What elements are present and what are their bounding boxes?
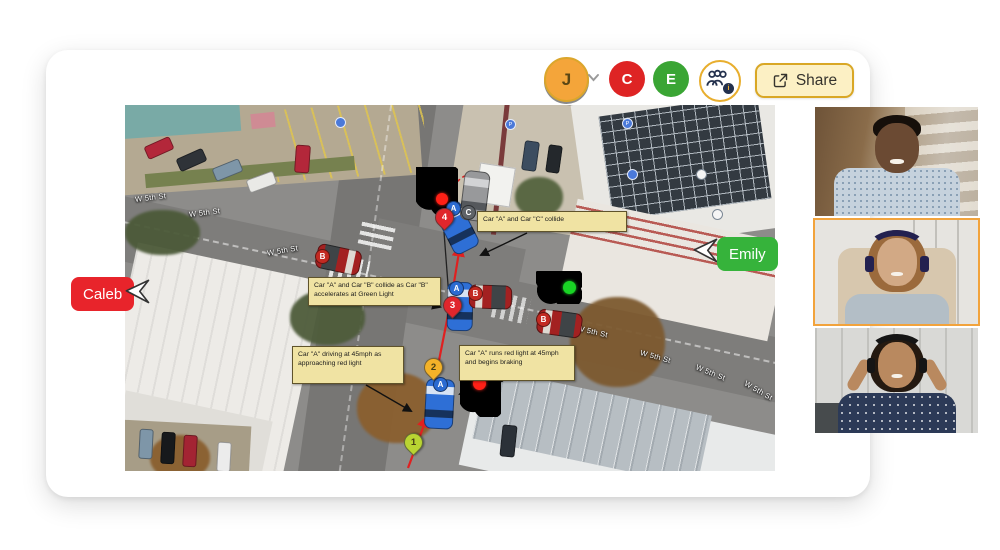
person-shirt <box>845 294 949 324</box>
callout-a-c-collide[interactable]: Car "A" and Car "C" collide <box>477 211 627 232</box>
whiteboard-canvas[interactable]: W 5th St W 5th St W 5th St W 5th St W 5t… <box>125 105 775 471</box>
avatar-j[interactable]: J <box>544 57 589 102</box>
avatar-j-initial: J <box>562 70 571 90</box>
car-label-b: B <box>315 249 330 264</box>
car-label-a: A <box>449 281 464 296</box>
participants-info-button[interactable]: i <box>699 60 741 102</box>
chevron-down-icon[interactable] <box>587 73 600 82</box>
headphone-cup <box>867 358 875 373</box>
participant-video-1[interactable] <box>815 107 978 216</box>
emily-cursor-icon <box>692 237 720 265</box>
headphone-cup <box>865 256 874 272</box>
callout-a-b-collide[interactable]: Car "A" and Car "B" collide as Car "B" a… <box>308 277 441 306</box>
person-smile <box>891 272 903 276</box>
red-light-icon <box>436 193 448 205</box>
callout-a-driving[interactable]: Car "A" driving at 45mph as approaching … <box>292 346 404 384</box>
headphones-icon <box>869 334 925 370</box>
callout-a-runs-red[interactable]: Car "A" runs red light at 45mph and begi… <box>459 345 575 381</box>
avatar-e-initial: E <box>666 71 676 88</box>
green-light-icon <box>563 281 576 294</box>
share-button-label: Share <box>796 72 837 90</box>
car-label-c: C <box>461 205 476 220</box>
headphones-icon <box>868 230 926 266</box>
share-icon <box>772 72 789 89</box>
car-label-b: B <box>536 312 551 327</box>
participant-video-2-active[interactable] <box>813 218 980 326</box>
info-icon: i <box>723 83 734 94</box>
traffic-light-east[interactable] <box>536 271 582 304</box>
avatar-c-initial: C <box>622 71 633 88</box>
headphone-cup <box>919 358 927 373</box>
avatar-c[interactable]: C <box>609 61 645 97</box>
share-button[interactable]: Share <box>755 63 854 98</box>
headphone-cup <box>920 256 929 272</box>
person-smile <box>891 374 902 378</box>
caleb-cursor-icon <box>124 278 152 306</box>
car-label-b: B <box>468 286 483 301</box>
person-shirt <box>834 168 960 216</box>
cursor-label-emily: Emily <box>717 237 778 271</box>
car-label-a: A <box>433 377 448 392</box>
person-shirt <box>838 393 956 433</box>
avatar-e[interactable]: E <box>653 61 689 97</box>
person-smile <box>890 159 904 164</box>
participant-video-3[interactable] <box>815 328 978 433</box>
person-face <box>875 123 919 173</box>
